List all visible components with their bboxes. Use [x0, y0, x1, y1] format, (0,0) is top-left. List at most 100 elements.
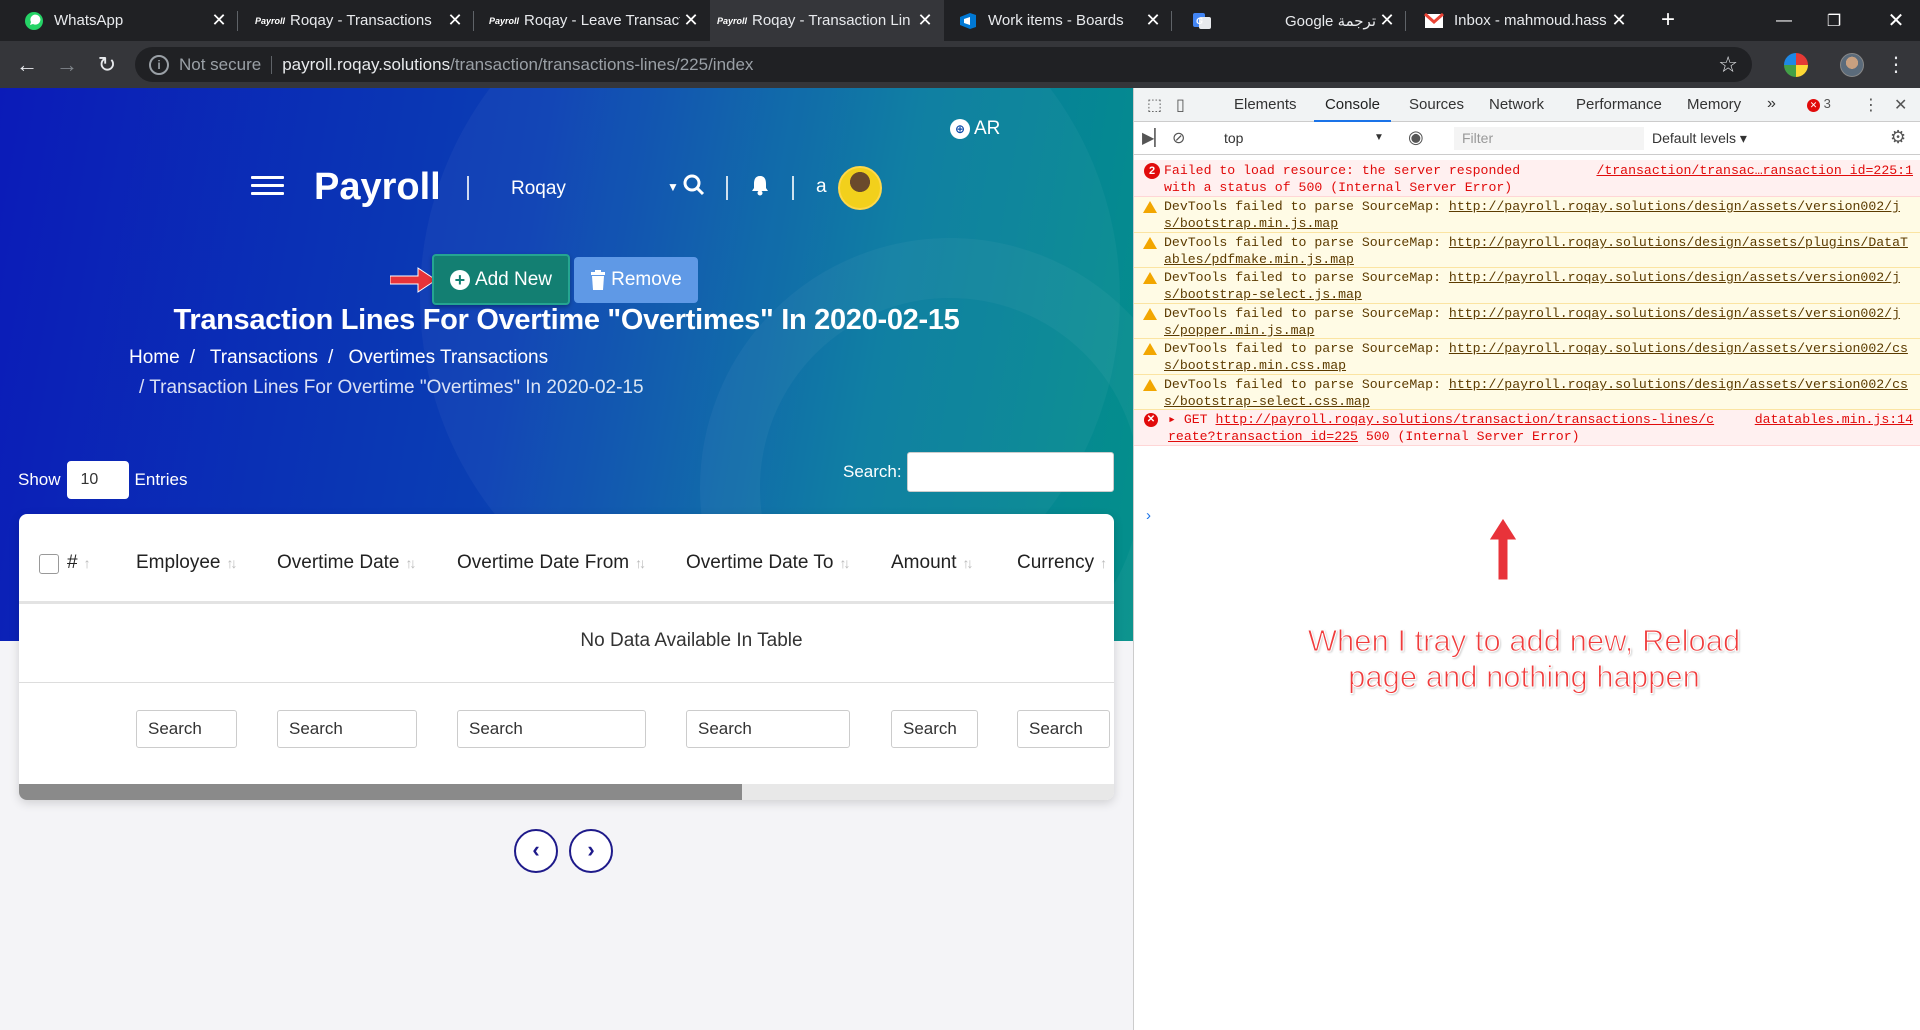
whatsapp-icon	[24, 11, 44, 31]
column-header-index[interactable]: # ↑	[67, 552, 91, 574]
column-header-employee[interactable]: Employee ↑↓	[136, 552, 238, 574]
bell-icon[interactable]	[750, 174, 770, 202]
column-header-amount[interactable]: Amount ↑↓	[891, 552, 973, 574]
tab-memory[interactable]: Memory	[1687, 88, 1741, 122]
inspect-element-icon[interactable]: ⬚	[1147, 95, 1162, 115]
menu-kebab-icon[interactable]: ⋮	[1882, 51, 1910, 79]
language-toggle[interactable]: ⊕ AR	[950, 118, 1000, 140]
tab-roqay-leave[interactable]: Payroll Roqay - Leave Transact ✕	[482, 0, 710, 41]
console-filter-input[interactable]: Filter	[1454, 127, 1644, 150]
eye-icon[interactable]: ◉	[1408, 127, 1424, 148]
info-icon[interactable]: i	[149, 54, 169, 75]
restore-button[interactable]: ❐	[1804, 0, 1864, 41]
back-button[interactable]: ←	[13, 51, 41, 79]
console-message-warning[interactable]: DevTools failed to parse SourceMap: http…	[1134, 304, 1920, 339]
warning-icon	[1143, 237, 1157, 249]
scrollbar-thumb[interactable]	[19, 784, 742, 800]
sidebar-toggle-icon[interactable]: ▶▏	[1142, 128, 1167, 148]
reload-button[interactable]: ↻	[93, 51, 121, 79]
tab-whatsapp[interactable]: WhatsApp ✕	[12, 0, 238, 41]
error-counter[interactable]: ✕ 3	[1807, 96, 1831, 112]
search-icon[interactable]	[683, 174, 705, 202]
console-message-warning[interactable]: DevTools failed to parse SourceMap: http…	[1134, 339, 1920, 375]
payroll-icon: Payroll	[489, 15, 520, 26]
console-message-warning[interactable]: DevTools failed to parse SourceMap: http…	[1134, 375, 1920, 410]
console-message-warning[interactable]: DevTools failed to parse SourceMap: http…	[1134, 268, 1920, 304]
select-all-checkbox[interactable]	[39, 554, 59, 574]
tab-elements[interactable]: Elements	[1234, 88, 1297, 122]
brand-logo[interactable]: Payroll	[314, 166, 441, 209]
source-link[interactable]: datatables.min.js:14	[1755, 411, 1913, 428]
breadcrumb-transactions[interactable]: Transactions	[210, 347, 318, 368]
close-icon[interactable]: ✕	[680, 10, 702, 31]
employee-search-input[interactable]: Search	[136, 710, 237, 748]
settings-gear-icon[interactable]: ⚙	[1890, 127, 1906, 148]
close-icon[interactable]: ✕	[208, 10, 230, 31]
breadcrumb-home[interactable]: Home	[129, 347, 180, 368]
tab-performance[interactable]: Performance	[1576, 88, 1662, 122]
forward-button[interactable]: →	[53, 51, 81, 79]
previous-page-button[interactable]: ‹	[514, 829, 558, 873]
console-prompt[interactable]: ›	[1146, 507, 1151, 524]
devtools-panel: ⬚ ▯ Elements Console Sources Network Per…	[1133, 88, 1920, 1030]
close-icon[interactable]: ✕	[1142, 10, 1164, 31]
close-icon[interactable]: ✕	[1608, 10, 1630, 31]
user-avatar[interactable]	[838, 166, 882, 210]
column-header-currency[interactable]: Currency ↑	[1017, 552, 1107, 574]
close-icon[interactable]: ✕	[444, 10, 466, 31]
tab-network[interactable]: Network	[1489, 88, 1544, 122]
tab-roqay-transactions[interactable]: Payroll Roqay - Transactions ✕	[248, 0, 474, 41]
bookmark-star-icon[interactable]: ☆	[1718, 52, 1738, 78]
amount-search-input[interactable]: Search	[891, 710, 978, 748]
next-page-button[interactable]: ›	[569, 829, 613, 873]
annotation-text: When I tray to add new, Reload page and …	[1307, 623, 1741, 695]
overtime-date-from-search-input[interactable]: Search	[457, 710, 646, 748]
breadcrumb-overtimes-transactions[interactable]: Overtimes Transactions	[349, 347, 549, 368]
close-icon[interactable]: ✕	[914, 10, 936, 31]
overtime-date-search-input[interactable]: Search	[277, 710, 417, 748]
log-levels-select[interactable]: Default levels ▾	[1652, 130, 1747, 147]
tab-google-translate[interactable]: G Google ترجمة ✕	[1180, 0, 1406, 41]
device-toolbar-icon[interactable]: ▯	[1176, 95, 1185, 115]
console-message-warning[interactable]: DevTools failed to parse SourceMap: http…	[1134, 197, 1920, 233]
new-tab-button[interactable]: +	[1655, 7, 1681, 33]
close-devtools-icon[interactable]: ✕	[1894, 95, 1907, 115]
horizontal-scrollbar[interactable]	[19, 784, 1114, 800]
source-link[interactable]: /transaction/transac…ransaction_id=225:1	[1596, 162, 1913, 179]
page-length-select[interactable]: 10	[66, 461, 129, 499]
tab-roqay-transaction-lines[interactable]: Payroll Roqay - Transaction Lin ✕	[710, 0, 944, 41]
currency-search-input[interactable]: Search	[1017, 710, 1110, 748]
overtime-date-to-search-input[interactable]: Search	[686, 710, 850, 748]
add-new-button[interactable]: + Add New	[432, 254, 570, 305]
sort-icon: ↑↓	[839, 555, 850, 571]
console-message-warning[interactable]: DevTools failed to parse SourceMap: http…	[1134, 233, 1920, 268]
context-selector[interactable]: top	[1224, 130, 1243, 146]
address-bar[interactable]: i Not secure payroll.roqay.solutions/tra…	[135, 47, 1752, 82]
user-name[interactable]: a	[816, 176, 827, 198]
column-header-overtime-date-from[interactable]: Overtime Date From ↑↓	[457, 552, 646, 574]
azure-devops-icon	[958, 11, 978, 31]
close-window-button[interactable]: ✕	[1866, 0, 1920, 41]
extension-icon[interactable]	[1784, 53, 1808, 77]
more-tabs-icon[interactable]: »	[1767, 95, 1776, 113]
payroll-icon: Payroll	[255, 15, 286, 26]
column-header-overtime-date-to[interactable]: Overtime Date To ↑↓	[686, 552, 850, 574]
tab-gmail[interactable]: Inbox - mahmoud.hass ✕	[1412, 0, 1638, 41]
remove-button[interactable]: Remove	[574, 257, 698, 303]
company-selector[interactable]: Roqay	[511, 178, 566, 200]
profile-avatar[interactable]	[1840, 53, 1864, 77]
console-message-error[interactable]: ✕ ▸ GET http://payroll.roqay.solutions/t…	[1134, 410, 1920, 446]
caret-down-icon[interactable]: ▼	[667, 180, 679, 194]
tab-work-items[interactable]: Work items - Boards ✕	[946, 0, 1172, 41]
tab-sources[interactable]: Sources	[1409, 88, 1464, 122]
hamburger-menu-icon[interactable]	[251, 176, 284, 196]
page-title: Transaction Lines For Overtime "Overtime…	[173, 304, 960, 336]
close-icon[interactable]: ✕	[1376, 10, 1398, 31]
console-message-error[interactable]: 2 Failed to load resource: the server re…	[1134, 160, 1920, 197]
tab-console[interactable]: Console	[1314, 88, 1391, 122]
devtools-menu-icon[interactable]: ⋮	[1863, 95, 1879, 115]
table-search-input[interactable]	[907, 452, 1114, 492]
caret-down-icon[interactable]: ▼	[1374, 132, 1384, 143]
column-header-overtime-date[interactable]: Overtime Date ↑↓	[277, 552, 416, 574]
clear-console-icon[interactable]: ⊘	[1172, 128, 1185, 148]
